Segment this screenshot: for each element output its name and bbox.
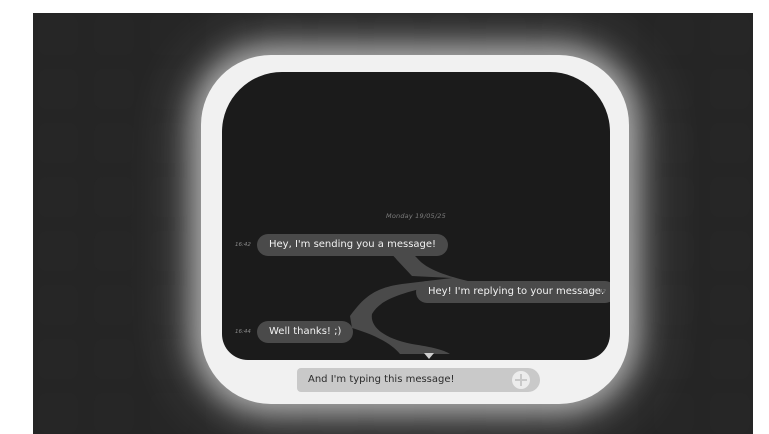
background-tile — [654, 231, 694, 271]
background-tile — [710, 231, 750, 271]
background-tile — [38, 393, 78, 433]
background-tile — [38, 339, 78, 379]
background-tile — [542, 15, 582, 55]
background-tile — [150, 285, 190, 325]
message-time: 16:44 — [235, 329, 251, 335]
background-tile — [486, 15, 526, 55]
background-tile — [150, 393, 190, 433]
background-tile — [38, 177, 78, 217]
background-tile — [318, 15, 358, 55]
background-tile — [710, 177, 750, 217]
background-tile — [710, 393, 750, 433]
background-tile — [654, 15, 694, 55]
background-tile — [38, 285, 78, 325]
background-tile — [94, 393, 134, 433]
background-tile — [710, 339, 750, 379]
background-tile — [150, 123, 190, 163]
message-input[interactable] — [308, 368, 498, 392]
background-tile — [38, 123, 78, 163]
background-tile — [38, 231, 78, 271]
background-tile — [94, 123, 134, 163]
background-tile — [150, 15, 190, 55]
date-separator: Monday 19/05/25 — [386, 212, 446, 220]
background-tile — [654, 285, 694, 325]
message-bubble-sent[interactable]: Hey! I'm replying to your message. — [416, 281, 610, 303]
chevron-down-icon[interactable] — [424, 353, 434, 359]
background-tile — [654, 177, 694, 217]
background-tile — [710, 285, 750, 325]
background-tile — [654, 393, 694, 433]
message-time: 16:42 — [235, 242, 251, 248]
background-tile — [710, 123, 750, 163]
message-composer — [297, 368, 540, 392]
background-tile — [206, 393, 246, 433]
background-tile — [94, 285, 134, 325]
chat-screen[interactable]: Monday 19/05/25 16:42 Hey, I'm sending y… — [222, 72, 610, 360]
background-tile — [598, 15, 638, 55]
background-tile — [598, 393, 638, 433]
background-tile — [38, 69, 78, 109]
background-tile — [38, 15, 78, 55]
background-tile — [654, 123, 694, 163]
background-tile — [94, 339, 134, 379]
background-tile — [150, 177, 190, 217]
background-tile — [206, 15, 246, 55]
background-tile — [374, 15, 414, 55]
message-bubble-received[interactable]: Well thanks! ;) — [257, 321, 354, 343]
background-tile — [654, 69, 694, 109]
message-bubble-received[interactable]: Hey, I'm sending you a message! — [257, 234, 449, 256]
background-tile — [710, 15, 750, 55]
background-tile — [150, 69, 190, 109]
background-tile — [262, 15, 302, 55]
background-tile — [94, 15, 134, 55]
plus-icon[interactable] — [512, 371, 530, 389]
message-time: 16:42 — [590, 289, 606, 295]
background-tile — [94, 231, 134, 271]
background-tile — [94, 177, 134, 217]
background-tile — [430, 15, 470, 55]
background-tile — [94, 69, 134, 109]
phone-frame: Monday 19/05/25 16:42 Hey, I'm sending y… — [201, 55, 629, 404]
background-tile — [654, 339, 694, 379]
background-tile — [150, 231, 190, 271]
background-tile — [150, 339, 190, 379]
background-tile — [710, 69, 750, 109]
